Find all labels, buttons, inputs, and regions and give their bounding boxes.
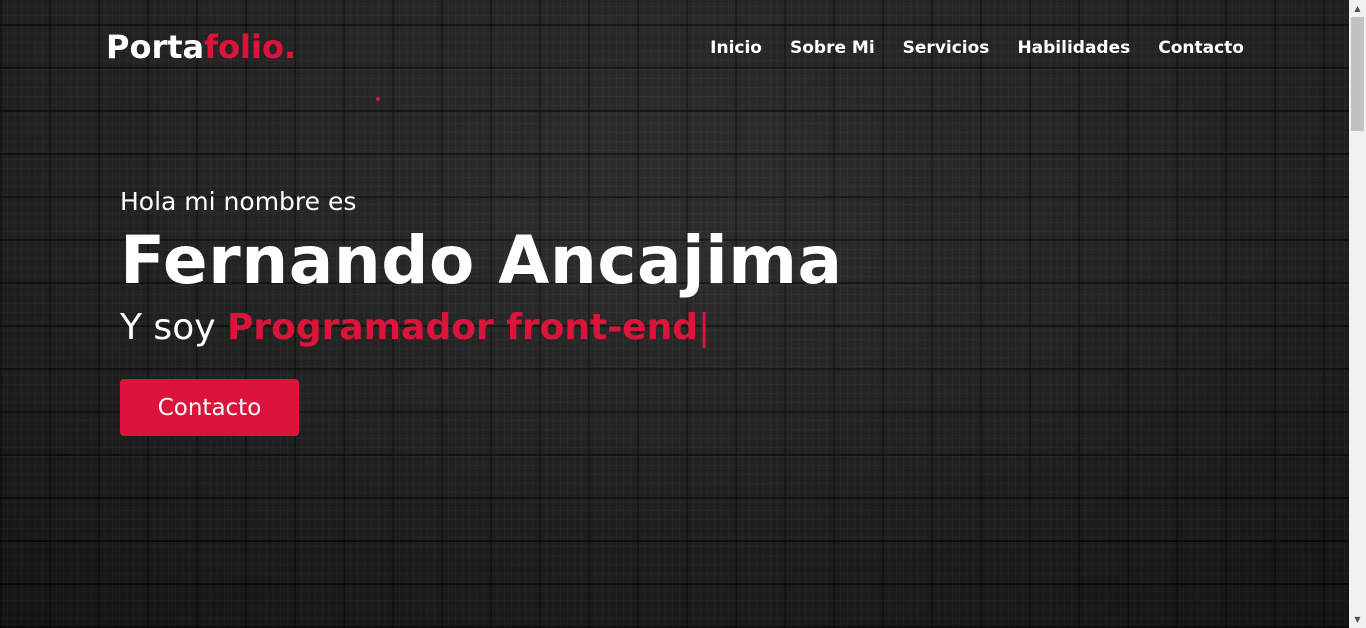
nav-link-servicios[interactable]: Servicios [903,38,990,58]
triangle-up-icon[interactable]: ▲ [1349,0,1366,17]
logo[interactable]: Portafolio. [106,28,296,66]
nav-menu: Inicio Sobre Mi Servicios Habilidades Co… [710,38,1244,58]
logo-main: Porta [106,28,205,66]
navbar: Portafolio. Inicio Sobre Mi Servicios Ha… [0,0,1349,98]
nav-link-habilidades[interactable]: Habilidades [1017,38,1130,58]
scrollbar-thumb[interactable] [1351,17,1364,131]
vertical-scrollbar[interactable]: ▲ ▼ [1349,0,1366,628]
decorative-dot [376,97,380,101]
hero-greeting: Hola mi nombre es [120,187,357,216]
triangle-down-icon[interactable]: ▼ [1349,611,1366,628]
hero-role-highlight: Programador front-end [226,307,698,348]
logo-accent: folio. [204,28,297,66]
hero-role-prefix: Y soy [120,307,227,348]
nav-link-sobre-mi[interactable]: Sobre Mi [790,38,875,58]
typing-cursor: | [698,307,711,348]
hero-role: Y soy Programador front-end| [120,302,843,354]
hero-section: Hola mi nombre es Fernando Ancajima Y so… [120,184,843,436]
nav-link-contacto[interactable]: Contacto [1158,38,1244,58]
page: Portafolio. Inicio Sobre Mi Servicios Ha… [0,0,1366,628]
contact-button[interactable]: Contacto [120,379,299,436]
nav-link-inicio[interactable]: Inicio [710,38,762,58]
hero-name: Fernando Ancajima [120,222,843,299]
